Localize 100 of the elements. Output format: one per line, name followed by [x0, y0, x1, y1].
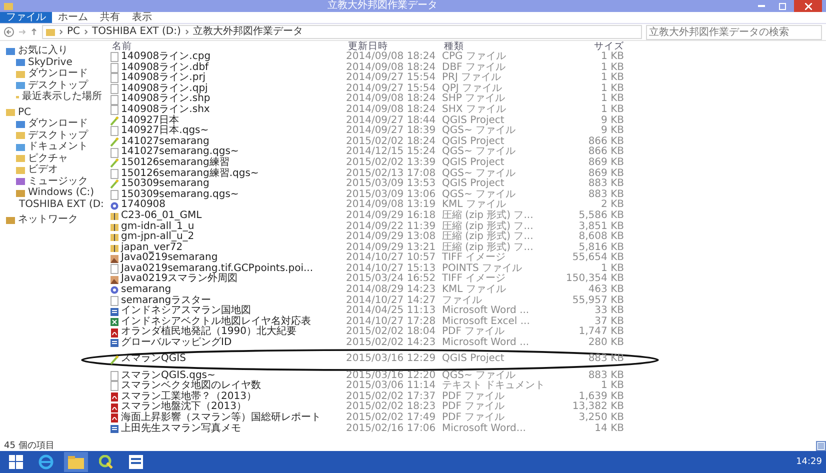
column-header[interactable]: サイズ	[558, 41, 624, 52]
file-name[interactable]: C23-06_01_GML	[121, 210, 202, 222]
sidebar-item[interactable]: ビデオ	[28, 164, 58, 176]
file-name[interactable]: スマランベクタ地図のレイヤ数	[121, 381, 261, 392]
size-cell-text: 1 KB	[600, 94, 624, 104]
sidebar-item[interactable]: ミュージック	[28, 176, 88, 187]
file-name[interactable]: 150309semarang	[121, 179, 210, 190]
sidebar-item[interactable]: ドキュメント	[28, 141, 88, 152]
word-icon	[129, 455, 143, 469]
minimize-icon	[758, 5, 764, 7]
file-name[interactable]: スマランQGIS.qgs~	[121, 370, 216, 382]
file-name[interactable]: グローバルマッピングID	[121, 338, 232, 349]
file-name[interactable]: 140927日本.qgs~	[121, 126, 209, 137]
breadcrumb[interactable]: 立教大外邦図作業データ	[192, 26, 303, 38]
size-cell-text: 883 KB	[587, 179, 624, 190]
date-cell-text: 2014/08/29 14:23	[346, 285, 437, 296]
sidebar-item[interactable]: PC	[18, 106, 32, 118]
file-name[interactable]: 150126semarang練習	[121, 158, 230, 169]
sidebar-item[interactable]: お気に入り	[18, 45, 68, 56]
file-name[interactable]: Java0219semarang.tif.GCPpoints.poi...	[121, 264, 314, 274]
file-name[interactable]: Java0219スマラン外周図	[121, 274, 238, 286]
size-cell-text: 33 KB	[594, 306, 624, 316]
column-header[interactable]: 名前	[110, 41, 346, 52]
file-name[interactable]: スマラン地盤沈下（2013）	[121, 402, 246, 413]
size-cell-text: 1 KB	[600, 104, 624, 116]
file-name[interactable]: gm-jpn-all_u_2	[121, 232, 194, 243]
qgis-icon	[110, 137, 119, 148]
file-name[interactable]: 150126semarang練習.qgs~	[121, 168, 259, 180]
chevron-icon	[84, 29, 88, 35]
file-name[interactable]: 140908ライン.dbf	[121, 62, 209, 74]
sidebar-item[interactable]: 最近表示した場所	[22, 91, 102, 102]
type-cell-text: QGS~ ファイル	[442, 370, 517, 381]
date-cell-text: 2014/09/08 18:24	[346, 104, 437, 116]
type-cell-text: KML ファイル	[442, 200, 507, 210]
size-cell-text: 869 KB	[587, 168, 624, 179]
date-cell-text: 2014/04/25 11:13	[346, 306, 437, 316]
file-name[interactable]: 141027semarang	[121, 136, 210, 148]
file-name[interactable]: 海面上昇影響（スマラン等）国総研レポート	[121, 412, 321, 424]
file-name[interactable]: 1740908	[121, 200, 166, 211]
type-cell-text: QGS~ ファイル	[442, 126, 517, 136]
date-cell-text: 2014/09/22 11:39	[346, 222, 437, 232]
file-name[interactable]: 140908ライン.prj	[121, 73, 206, 84]
file-name[interactable]: スマランQGIS	[121, 354, 186, 365]
browser-icon	[38, 454, 54, 470]
file-name[interactable]: semarangラスター	[121, 296, 212, 306]
ribbon-tab[interactable]: 表示	[126, 12, 158, 23]
back-arrow-icon[interactable]	[4, 27, 14, 37]
up-arrow-icon[interactable]	[30, 28, 38, 36]
ribbon-tab[interactable]: ホーム	[52, 12, 94, 23]
type-cell-text: PDF ファイル	[442, 392, 506, 402]
file-name[interactable]: 上田先生スマラン写真メモ	[121, 424, 241, 434]
clock: 14:29	[796, 457, 822, 467]
sidebar-item[interactable]: SkyDrive	[28, 56, 72, 68]
file-name[interactable]: gm-idn-all_1_u	[121, 222, 194, 232]
file-name[interactable]: japan_ver72	[121, 242, 183, 254]
spreadsheet-icon	[110, 317, 119, 328]
sidebar-item[interactable]: ダウンロード	[28, 68, 88, 80]
size-cell-text: 883 KB	[587, 370, 624, 381]
document-icon	[110, 190, 119, 200]
sidebar-item[interactable]: デスクトップ	[28, 80, 88, 91]
file-name[interactable]: オランダ植民地発記（1990）北大紀要	[121, 327, 296, 338]
sidebar-item[interactable]: TOSHIBA EXT (D:	[19, 198, 104, 210]
type-cell-text: PDF ファイル	[442, 412, 506, 423]
address-bar[interactable]: PC TOSHIBA EXT (D:) 立教大外邦図作業データ	[42, 25, 642, 39]
document-icon	[110, 52, 119, 62]
sidebar-item[interactable]: ピクチャ	[28, 152, 68, 164]
folder-icon	[68, 456, 84, 468]
file-name[interactable]: 140908ライン.cpg	[121, 52, 211, 63]
file-name[interactable]: semarang	[121, 285, 172, 296]
ribbon-tab[interactable]: 共有	[94, 12, 126, 23]
sidebar-item[interactable]: ネットワーク	[18, 214, 78, 226]
file-name[interactable]: 140908ライン.shx	[121, 104, 210, 116]
file-name[interactable]: 141027semarang.qgs~	[121, 147, 239, 158]
date-cell-text: 2014/10/27 14:27	[346, 296, 437, 306]
search-field[interactable]: 立教大外邦図作業データの検索	[646, 24, 822, 40]
type-cell-text: PDF ファイル	[442, 327, 505, 338]
file-name[interactable]: 140908ライン.qpj	[121, 84, 208, 94]
breadcrumb[interactable]: PC	[67, 26, 80, 38]
date-cell-text: 2015/02/02 14:23	[346, 338, 437, 349]
file-name[interactable]: Java0219semarang	[121, 253, 218, 264]
forward-arrow-icon[interactable]	[18, 28, 26, 36]
sidebar-item[interactable]: Windows (C:)	[28, 187, 94, 198]
file-name[interactable]: インドネシアスマラン国地図	[121, 306, 251, 317]
details-view-icon[interactable]	[816, 440, 826, 450]
type-cell-text: SHP ファイル	[442, 94, 506, 104]
file-name[interactable]: 140908ライン.shp	[121, 94, 210, 105]
file-menu-tab[interactable]: ファイル	[0, 12, 52, 23]
column-header[interactable]: 種類	[442, 41, 558, 52]
file-name[interactable]: 140927日本	[121, 116, 180, 126]
type-cell-text: ファイル	[442, 296, 482, 306]
column-header[interactable]: 更新日時	[346, 41, 442, 52]
type-cell-text: KML ファイル	[442, 285, 507, 296]
type-cell-text: PRJ ファイル	[442, 73, 502, 84]
breadcrumb[interactable]: TOSHIBA EXT (D:)	[92, 26, 181, 38]
close-button[interactable]	[794, 0, 822, 12]
sidebar-item[interactable]: ダウンロード	[28, 118, 88, 130]
file-name[interactable]: 150309semarang.qgs~	[121, 190, 239, 200]
size-cell-text: 1 KB	[600, 381, 624, 392]
sidebar-item[interactable]: デスクトップ	[28, 130, 88, 141]
document-icon	[110, 62, 119, 73]
